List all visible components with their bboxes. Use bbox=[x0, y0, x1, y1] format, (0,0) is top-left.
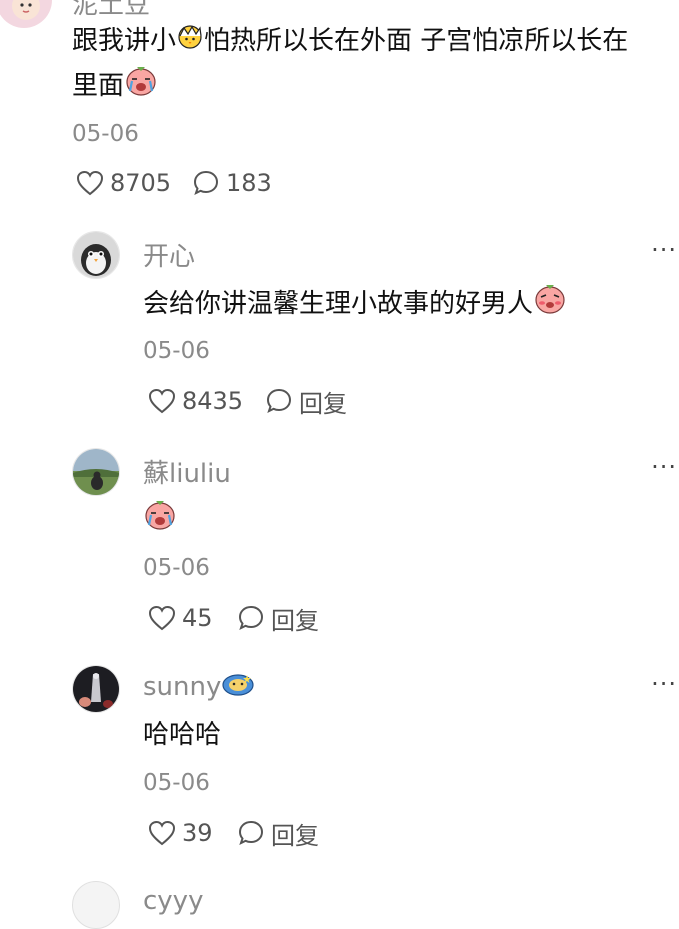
username-text: sunny bbox=[143, 672, 222, 702]
comment-text: 会给你讲温馨生理小故事的好男人 bbox=[143, 281, 567, 328]
avatar[interactable] bbox=[72, 881, 120, 929]
shy-face-emoji-icon bbox=[533, 281, 567, 328]
comment-text-part1: 跟我讲小 bbox=[72, 26, 177, 56]
username[interactable]: 泥土豆 bbox=[72, 0, 150, 21]
avatar[interactable] bbox=[72, 231, 120, 279]
heart-icon bbox=[148, 388, 176, 414]
comment-date: 05-06 bbox=[143, 338, 210, 364]
more-options-icon[interactable]: ··· bbox=[651, 453, 677, 481]
like-button[interactable]: 8435 bbox=[148, 385, 243, 417]
comment-text-part3: 里面 bbox=[72, 70, 125, 101]
username[interactable]: cyyy bbox=[143, 886, 203, 916]
like-count: 45 bbox=[182, 604, 213, 632]
heart-icon bbox=[148, 605, 176, 631]
comment-text-part2: 怕热所以长在外面 子宫怕凉所以长在 bbox=[204, 26, 629, 56]
avatar[interactable] bbox=[72, 665, 120, 713]
more-options-icon[interactable]: ··· bbox=[651, 236, 677, 264]
comment-icon bbox=[193, 170, 219, 195]
like-button[interactable]: 8705 bbox=[76, 167, 171, 199]
crying-face-emoji-icon bbox=[143, 497, 177, 544]
avatar[interactable] bbox=[72, 448, 120, 496]
username[interactable]: sunny bbox=[143, 670, 255, 705]
like-count: 8705 bbox=[110, 169, 172, 197]
reply-label: 回复 bbox=[271, 606, 319, 635]
dizzy-face-emoji-icon bbox=[221, 670, 255, 705]
crying-face-emoji-icon bbox=[124, 63, 158, 110]
comment-text: 跟我讲小 怕热所以长在外面 子宫怕凉所以长在 里面 bbox=[72, 20, 677, 110]
comment-date: 05-06 bbox=[143, 770, 210, 796]
heart-icon bbox=[76, 170, 104, 196]
username[interactable]: 开心 bbox=[143, 236, 195, 273]
reply-button[interactable]: 回复 bbox=[237, 602, 319, 635]
reply-button[interactable]: 回复 bbox=[265, 385, 347, 418]
comment-icon bbox=[238, 820, 264, 845]
username[interactable]: 蘇liuliu bbox=[143, 453, 231, 490]
reply-label: 回复 bbox=[299, 389, 347, 418]
comment-text: 哈哈哈 bbox=[143, 720, 222, 750]
chick-emoji-icon bbox=[176, 21, 204, 63]
comment-icon bbox=[266, 388, 292, 413]
heart-icon bbox=[148, 820, 176, 846]
more-options-icon[interactable]: ··· bbox=[651, 670, 677, 698]
avatar[interactable] bbox=[0, 0, 52, 28]
reply-count: 183 bbox=[226, 169, 272, 197]
reply-count-button[interactable]: 183 bbox=[192, 167, 272, 199]
comment-text-body: 会给你讲温馨生理小故事的好男人 bbox=[143, 289, 534, 319]
comment-date: 05-06 bbox=[72, 121, 139, 147]
like-button[interactable]: 39 bbox=[148, 817, 213, 849]
comment-text bbox=[143, 497, 177, 544]
like-count: 8435 bbox=[182, 387, 244, 415]
comment-date: 05-06 bbox=[143, 555, 210, 581]
like-count: 39 bbox=[182, 819, 213, 847]
like-button[interactable]: 45 bbox=[148, 602, 213, 634]
reply-label: 回复 bbox=[271, 821, 319, 850]
comment-icon bbox=[238, 605, 264, 630]
reply-button[interactable]: 回复 bbox=[237, 817, 319, 850]
